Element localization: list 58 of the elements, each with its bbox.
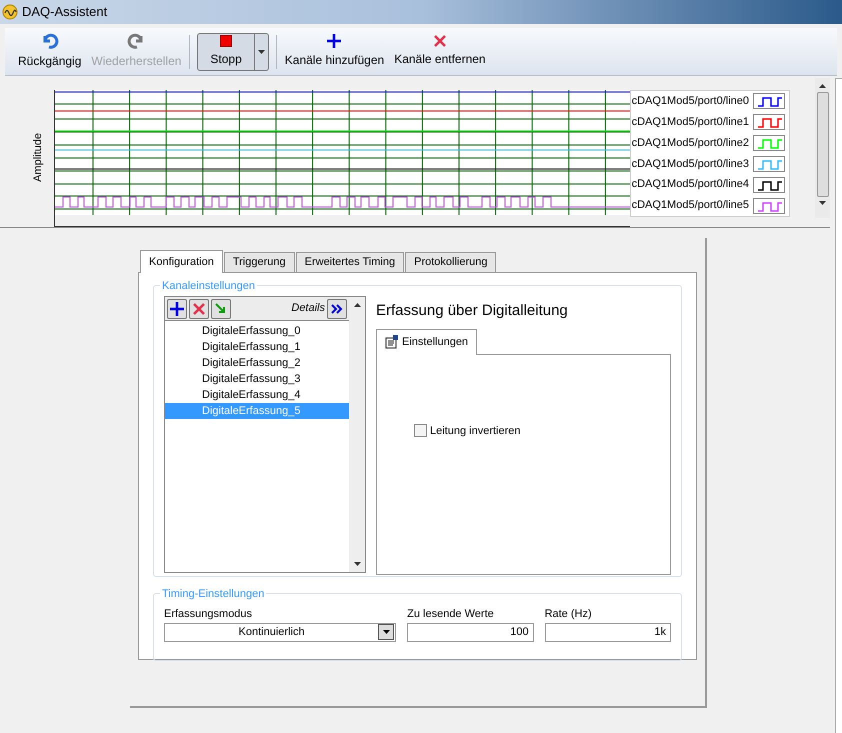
arrow-icon bbox=[215, 302, 227, 314]
group-title: Kanaleinstellungen bbox=[160, 278, 257, 294]
scroll-up-icon bbox=[819, 84, 826, 88]
tab[interactable]: Einstellungen bbox=[376, 328, 478, 354]
plus-icon bbox=[170, 302, 184, 316]
plus-icon bbox=[327, 34, 342, 48]
x-icon bbox=[193, 302, 205, 314]
tab[interactable]: Konfiguration bbox=[140, 250, 223, 273]
channel-item[interactable]: DigitaleErfassung_0 bbox=[165, 323, 349, 339]
add-button[interactable]: Kanäle hinzufügen bbox=[280, 32, 390, 70]
field-label: Rate (Hz) bbox=[544, 607, 593, 622]
expand-button[interactable] bbox=[327, 298, 347, 318]
undo-icon bbox=[40, 33, 59, 49]
sort-button[interactable] bbox=[211, 298, 231, 318]
mode-dropdown[interactable]: Kontinuierlich bbox=[164, 622, 396, 642]
scroll-down-icon bbox=[354, 562, 360, 566]
details-label: Details bbox=[291, 301, 325, 316]
legend-label: cDAQ1Mod5/port0/line0 bbox=[632, 94, 749, 110]
input-field[interactable]: 100 bbox=[407, 622, 534, 642]
legend-label: cDAQ1Mod5/port0/line3 bbox=[632, 156, 749, 172]
dropdown-button[interactable] bbox=[254, 32, 269, 70]
stop-button[interactable]: Stopp bbox=[197, 32, 255, 70]
tab[interactable]: Protokollierung bbox=[405, 252, 496, 272]
panel-title: Erfassung über Digitalleitung bbox=[376, 301, 569, 321]
input-field[interactable]: 1k bbox=[544, 622, 671, 642]
axis-label: Amplitude bbox=[31, 133, 45, 182]
legend-label: cDAQ1Mod5/port0/line2 bbox=[632, 136, 749, 151]
settings-icon bbox=[385, 335, 399, 349]
scrollbar[interactable] bbox=[349, 297, 365, 572]
remove-channel-button[interactable] bbox=[189, 298, 209, 318]
channel-item[interactable]: DigitaleErfassung_3 bbox=[165, 371, 349, 387]
tab[interactable]: Triggerung bbox=[224, 252, 295, 272]
window-title: DAQ-Assistent bbox=[22, 3, 108, 22]
checkbox[interactable] bbox=[414, 424, 427, 438]
legend-label: cDAQ1Mod5/port0/line1 bbox=[632, 114, 749, 130]
group-title: Timing-Einstellungen bbox=[160, 586, 266, 602]
legend-label: cDAQ1Mod5/port0/line5 bbox=[632, 198, 749, 214]
checkbox-label: Leitung invertieren bbox=[430, 424, 521, 438]
scrollbar[interactable] bbox=[815, 78, 830, 218]
scroll-up-icon bbox=[354, 303, 360, 307]
undo-button[interactable]: Rückgängig bbox=[13, 32, 86, 70]
field-label: Zu lesende Werte bbox=[407, 607, 495, 622]
scroll-down-icon bbox=[819, 201, 826, 205]
tab[interactable]: Erweitertes Timing bbox=[296, 252, 404, 272]
app-icon bbox=[2, 4, 18, 20]
caret-icon bbox=[258, 50, 265, 54]
double-chevron-icon bbox=[331, 304, 343, 314]
x-icon bbox=[434, 35, 446, 47]
channel-item[interactable]: DigitaleErfassung_4 bbox=[165, 387, 349, 403]
remove-button[interactable]: Kanäle entfernen bbox=[389, 32, 491, 70]
field-label: Erfassungsmodus bbox=[164, 607, 254, 622]
legend-label: cDAQ1Mod5/port0/line4 bbox=[632, 177, 749, 192]
redo-icon bbox=[127, 33, 146, 49]
caret-icon bbox=[382, 630, 390, 634]
channel-item[interactable]: DigitaleErfassung_2 bbox=[165, 355, 349, 371]
stop-icon bbox=[220, 35, 232, 47]
channel-item[interactable]: DigitaleErfassung_1 bbox=[165, 339, 349, 355]
add-channel-button[interactable] bbox=[167, 298, 187, 318]
